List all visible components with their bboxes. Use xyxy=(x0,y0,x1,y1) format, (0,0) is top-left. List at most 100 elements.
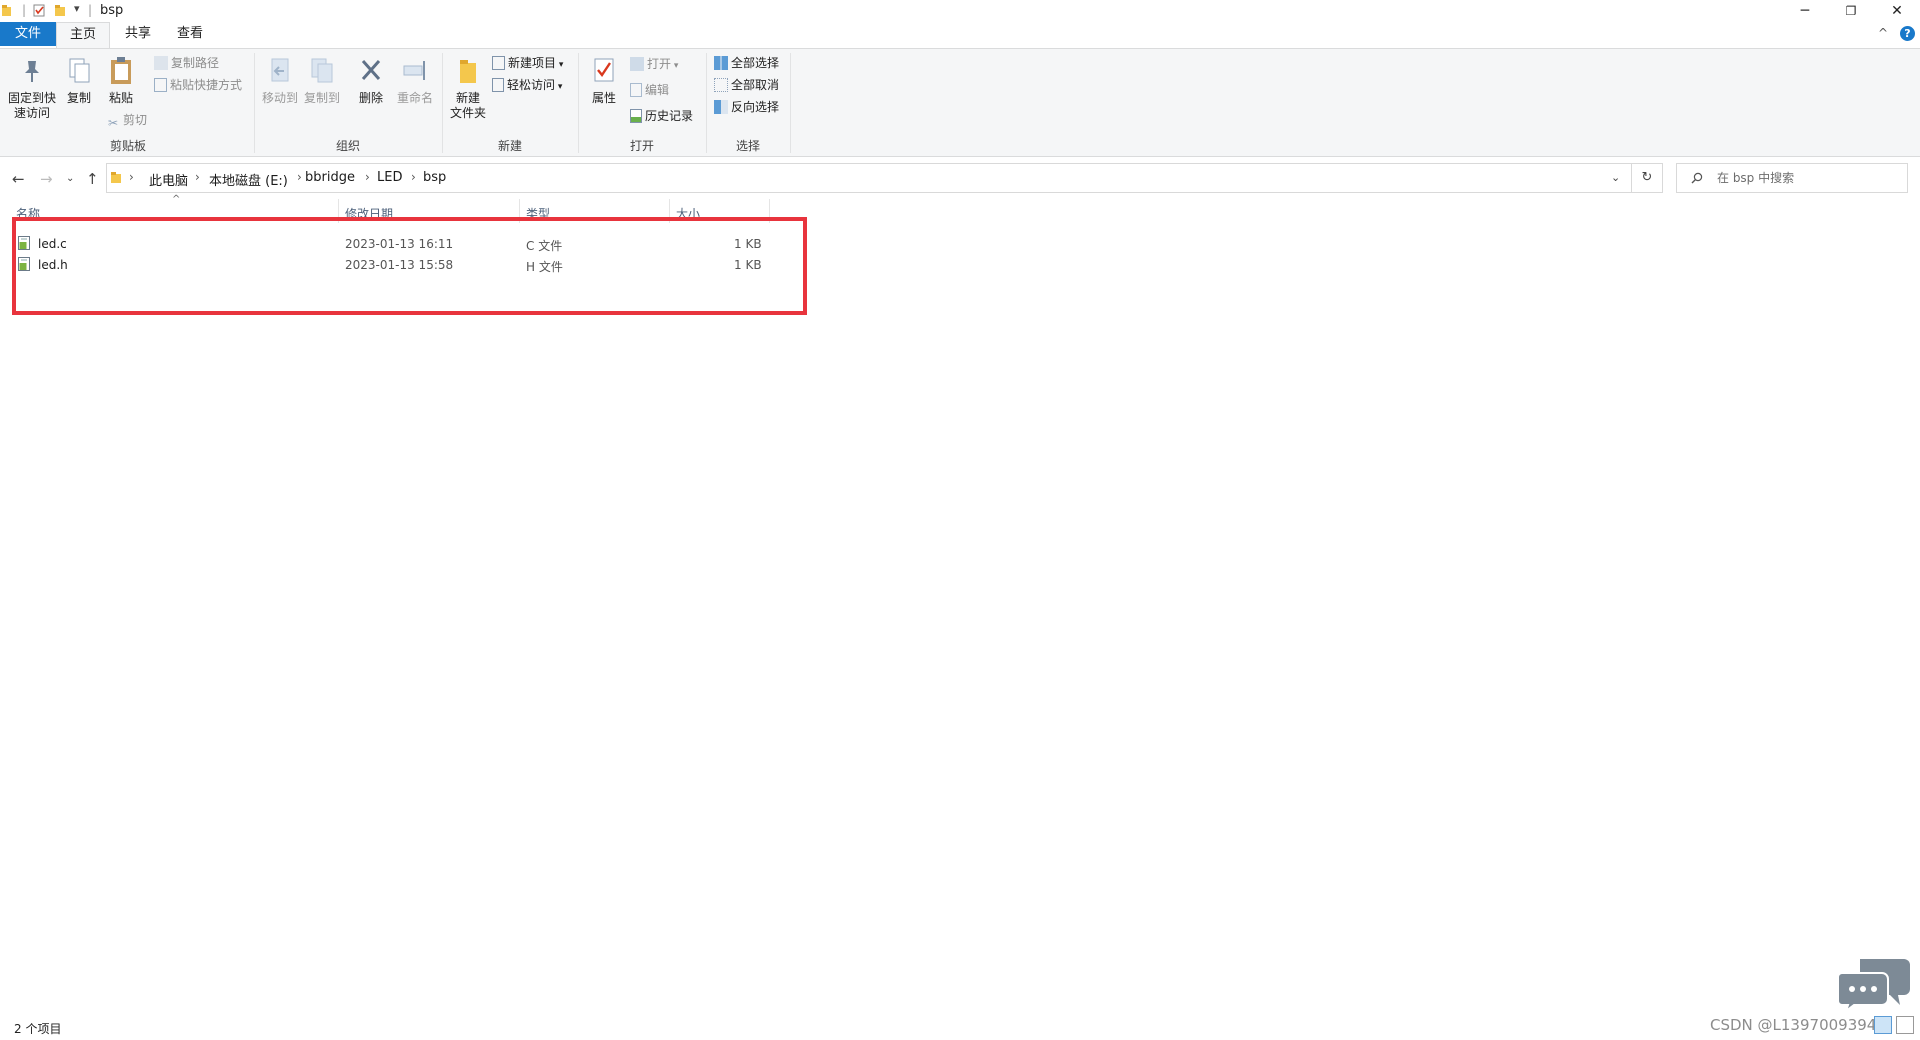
new-folder-icon xyxy=(460,60,476,83)
tab-home[interactable]: 主页 xyxy=(56,22,110,48)
copy-label: 复制 xyxy=(66,91,91,105)
copy-icon xyxy=(69,58,90,83)
copy-path-label: 复制路径 xyxy=(171,56,220,70)
delete-button[interactable]: 删除 xyxy=(353,55,389,106)
qat-separator: | xyxy=(88,3,93,17)
paste-shortcut-label: 粘贴快捷方式 xyxy=(170,78,243,92)
breadcrumb-separator[interactable]: › xyxy=(411,170,416,184)
large-icons-view-icon[interactable] xyxy=(1896,1016,1914,1034)
history-button[interactable]: 历史记录 xyxy=(630,107,693,125)
tab-share[interactable]: 共享 xyxy=(112,22,164,46)
copy-to-label: 复制到 xyxy=(303,91,340,105)
breadcrumb-bsp[interactable]: bsp xyxy=(423,170,446,185)
dropdown-arrow-icon: ▾ xyxy=(671,61,679,71)
new-item-icon xyxy=(492,56,505,70)
move-to-icon xyxy=(271,58,289,82)
copy-to-icon xyxy=(311,58,333,83)
history-icon xyxy=(630,109,642,123)
paste-shortcut-button[interactable]: 粘贴快捷方式 xyxy=(154,76,242,94)
forward-arrow-icon[interactable]: → xyxy=(40,170,53,188)
select-all-icon xyxy=(714,56,728,70)
select-group-label: 选择 xyxy=(735,139,760,153)
breadcrumb-separator[interactable]: › xyxy=(365,170,370,184)
properties-icon[interactable] xyxy=(33,4,46,17)
paste-button[interactable]: 粘贴 xyxy=(104,55,138,106)
qat-dropdown-icon[interactable]: ▾ xyxy=(74,2,80,15)
select-all-label: 全部选择 xyxy=(731,56,780,70)
easy-access-icon xyxy=(492,78,504,92)
properties-button[interactable]: 属性 xyxy=(584,55,624,106)
status-item-count: 2 个项目 xyxy=(14,1022,62,1036)
cut-button[interactable]: ✂ 剪切 xyxy=(106,111,148,130)
copy-to-button[interactable]: 复制到 xyxy=(302,55,342,106)
organize-group-label: 组织 xyxy=(335,139,360,153)
tab-view[interactable]: 查看 xyxy=(164,22,216,46)
chat-bubble-icon xyxy=(1838,959,1910,1011)
open-button[interactable]: 打开 ▾ xyxy=(630,55,678,73)
tab-file[interactable]: 文件 xyxy=(0,22,56,46)
select-all-button[interactable]: 全部选择 xyxy=(714,54,779,72)
group-divider xyxy=(706,53,707,153)
address-bar[interactable]: › 此电脑 › 本地磁盘 (E:) › bbridge › LED › bsp … xyxy=(106,163,1632,193)
delete-label: 删除 xyxy=(358,91,383,105)
refresh-button[interactable]: ↻ xyxy=(1632,163,1663,193)
paste-icon xyxy=(111,57,131,84)
breadcrumb-separator[interactable]: › xyxy=(129,170,134,184)
details-view-icon[interactable] xyxy=(1874,1016,1892,1034)
paste-shortcut-icon xyxy=(154,78,167,92)
navigation-bar: ← → ⌄ ↑ › 此电脑 › 本地磁盘 (E:) › bbridge › LE… xyxy=(0,160,1920,196)
minimize-button[interactable]: ─ xyxy=(1782,0,1828,22)
new-folder-label: 新建 文件夹 xyxy=(449,91,486,120)
delete-x-icon xyxy=(361,60,381,80)
pin-quick-access-button[interactable]: 固定到快 速访问 xyxy=(4,55,60,121)
rename-icon xyxy=(403,61,425,80)
ribbon: 固定到快 速访问 复制 粘贴 复制路径 粘贴快捷方式 ✂ 剪切 剪贴板 移动到 复… xyxy=(0,48,1920,157)
rename-label: 重命名 xyxy=(396,91,433,105)
move-to-button[interactable]: 移动到 xyxy=(260,55,300,106)
new-folder-button[interactable]: 新建 文件夹 xyxy=(446,55,490,121)
clipboard-group-label: 剪贴板 xyxy=(109,139,146,153)
dropdown-arrow-icon: ▾ xyxy=(555,82,563,92)
address-history-chevron-icon[interactable]: ⌄ xyxy=(1611,171,1620,184)
new-folder-icon[interactable] xyxy=(54,4,67,17)
invert-selection-button[interactable]: 反向选择 xyxy=(714,98,779,116)
breadcrumb-led[interactable]: LED xyxy=(377,170,402,185)
group-divider xyxy=(254,53,255,153)
close-button[interactable]: ✕ xyxy=(1874,0,1920,22)
group-divider xyxy=(578,53,579,153)
new-item-button[interactable]: 新建项目 ▾ xyxy=(492,54,563,72)
qat-separator: | xyxy=(22,3,27,17)
breadcrumb-drive[interactable]: 本地磁盘 (E:) xyxy=(209,170,288,189)
breadcrumb-separator[interactable]: › xyxy=(297,170,302,184)
open-group-label: 打开 xyxy=(629,139,654,153)
help-icon[interactable]: ? xyxy=(1900,26,1915,41)
breadcrumb-bbridge[interactable]: bbridge xyxy=(305,170,355,185)
rename-button[interactable]: 重命名 xyxy=(394,55,436,106)
edit-label: 编辑 xyxy=(645,83,670,97)
select-none-label: 全部取消 xyxy=(731,78,780,92)
open-label: 打开 xyxy=(647,57,672,71)
restore-button[interactable]: ❐ xyxy=(1828,0,1874,22)
collapse-ribbon-icon[interactable]: ^ xyxy=(1878,26,1888,40)
recent-locations-icon[interactable]: ⌄ xyxy=(66,173,74,184)
up-arrow-icon[interactable]: ↑ xyxy=(86,170,99,188)
new-item-label: 新建项目 xyxy=(508,56,557,70)
group-divider xyxy=(442,53,443,153)
search-box[interactable] xyxy=(1676,163,1908,193)
move-to-label: 移动到 xyxy=(261,91,298,105)
edit-button[interactable]: 编辑 xyxy=(630,81,669,99)
select-none-button[interactable]: 全部取消 xyxy=(714,76,779,94)
cut-label: 剪切 xyxy=(123,113,148,127)
copy-path-button[interactable]: 复制路径 xyxy=(154,54,219,72)
easy-access-button[interactable]: 轻松访问 ▾ xyxy=(492,76,562,94)
breadcrumb-separator[interactable]: › xyxy=(195,170,200,184)
back-arrow-icon[interactable]: ← xyxy=(12,170,25,188)
open-icon xyxy=(630,57,644,71)
search-icon xyxy=(1691,172,1703,184)
title-bar: | ▾ | bsp ─ ❐ ✕ xyxy=(0,0,1920,22)
dropdown-arrow-icon: ▾ xyxy=(556,60,564,70)
select-none-icon xyxy=(714,78,728,92)
search-input[interactable] xyxy=(1715,170,1904,186)
copy-button[interactable]: 复制 xyxy=(62,55,96,106)
breadcrumb-this-pc[interactable]: 此电脑 xyxy=(149,170,188,189)
